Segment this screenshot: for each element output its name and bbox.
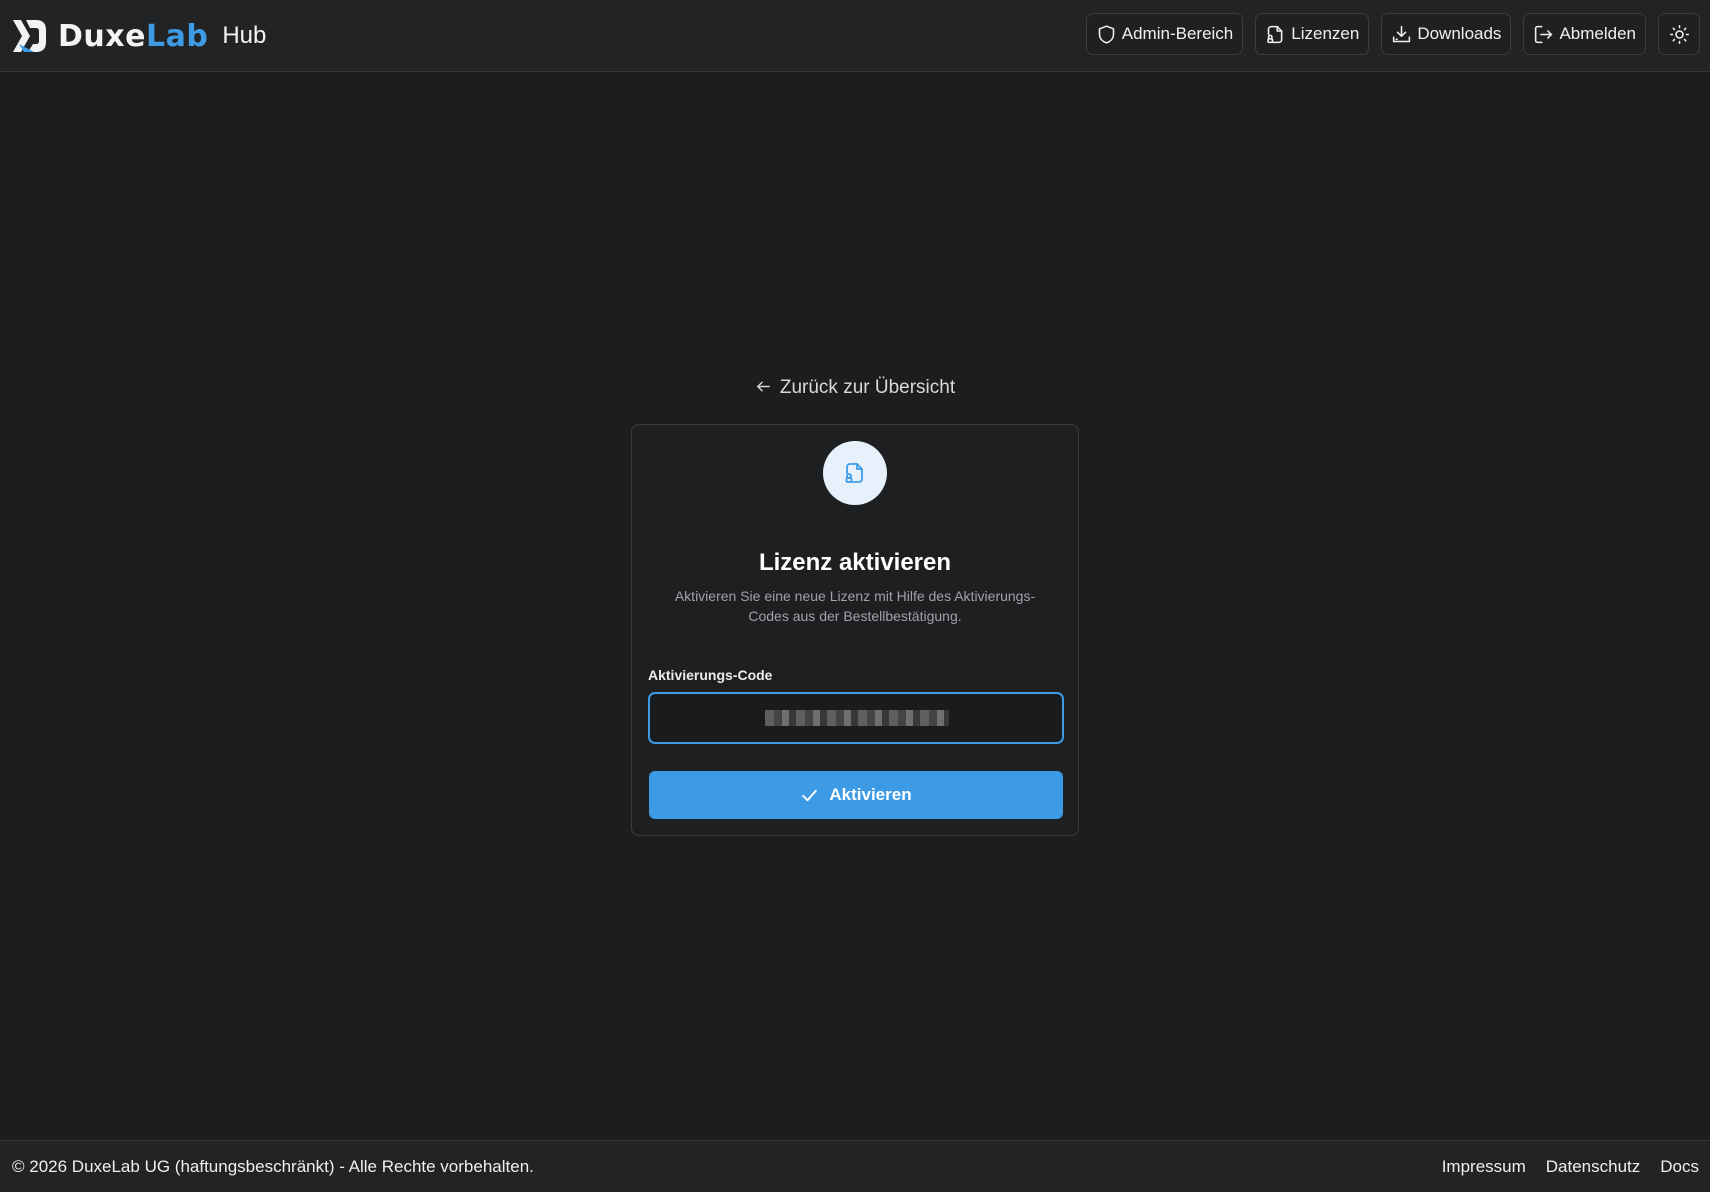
arrow-left-icon	[756, 381, 770, 392]
license-file-icon	[845, 463, 863, 483]
impressum-link[interactable]: Impressum	[1442, 1157, 1526, 1177]
license-file-icon	[1267, 25, 1283, 43]
logout-icon	[1535, 25, 1553, 43]
theme-toggle-button[interactable]	[1658, 13, 1700, 55]
back-to-overview-link[interactable]: Zurück zur Übersicht	[0, 377, 1710, 399]
admin-area-label: Admin-Bereich	[1121, 24, 1234, 43]
activate-button-label: Aktivieren	[829, 785, 912, 804]
card-icon-circle	[823, 441, 887, 505]
brand-logo[interactable]: DuxeLab Hub	[10, 16, 266, 56]
shield-icon	[1098, 24, 1115, 44]
downloads-button[interactable]: Downloads	[1381, 13, 1512, 55]
activation-code-label: Aktivierungs-Code	[648, 667, 773, 683]
copyright-text: © 2026 DuxeLab UG (haftungsbeschränkt) -…	[12, 1157, 534, 1176]
checkmark-icon	[802, 789, 818, 801]
logout-button[interactable]: Abmelden	[1523, 13, 1646, 55]
duxelab-logo-icon	[13, 20, 46, 52]
card-description: Aktivieren Sie eine neue Lizenz mit Hilf…	[674, 588, 1036, 624]
footer-links: Impressum Datenschutz Docs	[1442, 1157, 1699, 1177]
downloads-label: Downloads	[1417, 24, 1502, 43]
header-nav: Admin-Bereich Lizenzen Downloads Abmelde…	[1085, 13, 1700, 55]
activate-button[interactable]: Aktivieren	[649, 771, 1063, 819]
licenses-label: Lizenzen	[1291, 24, 1360, 43]
datenschutz-link[interactable]: Datenschutz	[1546, 1157, 1641, 1177]
activate-license-card: Lizenz aktivieren Aktivieren Sie eine ne…	[631, 424, 1079, 836]
activation-code-field-wrapper	[648, 692, 1064, 744]
card-title: Lizenz aktivieren	[758, 549, 952, 576]
download-icon	[1393, 25, 1411, 42]
docs-link[interactable]: Docs	[1660, 1157, 1699, 1177]
brand-name: DuxeLab	[58, 18, 209, 54]
top-header: DuxeLab Hub Admin-Bereich Lizenzen Downl…	[0, 0, 1710, 72]
page-footer: © 2026 DuxeLab UG (haftungsbeschränkt) -…	[0, 1140, 1710, 1192]
logout-label: Abmelden	[1559, 24, 1636, 43]
admin-area-button[interactable]: Admin-Bereich	[1085, 13, 1244, 55]
hub-label: Hub	[222, 22, 267, 49]
redacted-code-overlay	[765, 710, 949, 726]
back-link-label: Zurück zur Übersicht	[779, 377, 956, 398]
sun-icon	[1669, 24, 1689, 44]
licenses-button[interactable]: Lizenzen	[1255, 13, 1370, 55]
